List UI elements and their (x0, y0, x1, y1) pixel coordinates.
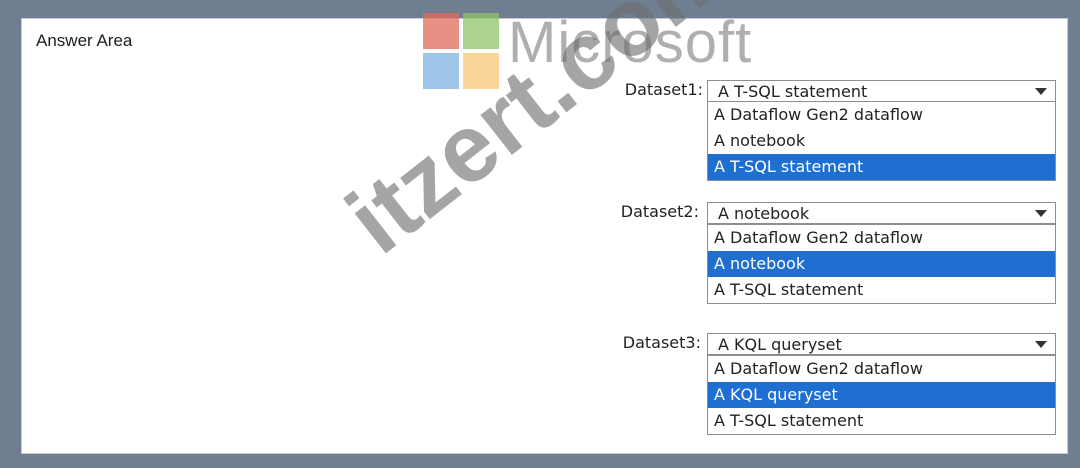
dataset3-option-selected[interactable]: A KQL queryset (708, 382, 1055, 408)
microsoft-logo-icon (423, 13, 503, 93)
dataset3-label: Dataset3: (622, 333, 701, 352)
dataset1-select[interactable]: A T-SQL statement (707, 80, 1056, 102)
watermark-brand: Microsoft (508, 10, 753, 75)
chevron-down-icon[interactable] (1030, 83, 1052, 99)
dataset1-selected-value: A T-SQL statement (718, 82, 868, 101)
dataset2-select[interactable]: A notebook (707, 202, 1056, 224)
dataset3-select[interactable]: A KQL queryset (707, 333, 1056, 355)
answer-area-title: Answer Area (36, 31, 133, 50)
chevron-down-icon[interactable] (1030, 205, 1052, 221)
chevron-down-icon[interactable] (1030, 336, 1052, 352)
dataset3-option[interactable]: A T-SQL statement (708, 408, 1055, 434)
dataset2-label: Dataset2: (620, 202, 699, 221)
dataset3-selected-value: A KQL queryset (718, 335, 842, 354)
dataset1-label: Dataset1: (624, 80, 703, 99)
dataset2-option[interactable]: A Dataflow Gen2 dataflow (708, 225, 1055, 251)
answer-area-panel: Answer Area Microsoft Dataset1: A T-SQL … (21, 0, 1068, 454)
dataset2-option-selected[interactable]: A notebook (708, 251, 1055, 277)
dataset1-option[interactable]: A Dataflow Gen2 dataflow (708, 102, 1055, 128)
dataset2-option[interactable]: A T-SQL statement (708, 277, 1055, 303)
dataset1-options-list: A Dataflow Gen2 dataflow A notebook A T-… (707, 101, 1056, 181)
dataset1-option-selected[interactable]: A T-SQL statement (708, 154, 1055, 180)
dataset3-option[interactable]: A Dataflow Gen2 dataflow (708, 356, 1055, 382)
dataset1-option[interactable]: A notebook (708, 128, 1055, 154)
dataset2-options-list: A Dataflow Gen2 dataflow A notebook A T-… (707, 224, 1056, 304)
dataset3-options-list: A Dataflow Gen2 dataflow A KQL queryset … (707, 355, 1056, 435)
dataset2-selected-value: A notebook (718, 204, 810, 223)
